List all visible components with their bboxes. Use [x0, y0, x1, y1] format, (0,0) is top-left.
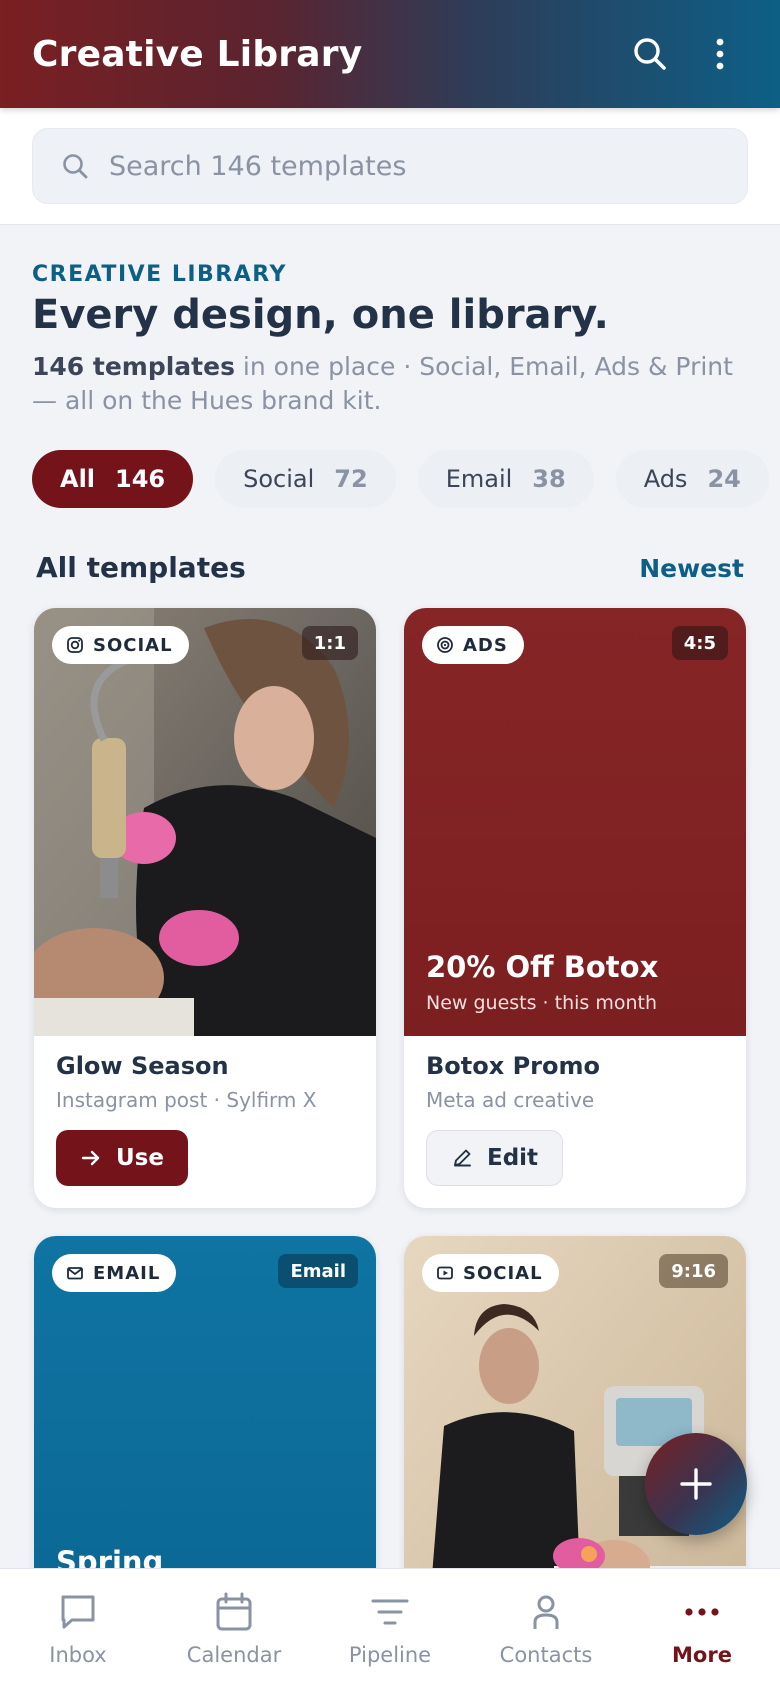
template-type-badge: SOCIAL	[52, 626, 189, 664]
more-dots-icon	[685, 1608, 719, 1616]
filter-lines-icon	[371, 1599, 409, 1625]
target-icon	[437, 637, 453, 653]
search-bar	[0, 108, 780, 225]
template-card-botox-promo[interactable]: ADS 4:5 20% Off Botox New guests · this …	[404, 608, 746, 1208]
nav-label: Pipeline	[348, 1643, 432, 1667]
type-label: ADS	[463, 634, 508, 656]
card-meta: Meta ad creative	[426, 1088, 595, 1112]
plus-icon	[680, 1468, 712, 1500]
format-badge: Email	[278, 1254, 358, 1288]
nav-label: Calendar	[186, 1643, 282, 1667]
calendar-icon	[216, 1592, 252, 1631]
aspect-ratio-badge: 9:16	[659, 1254, 728, 1288]
photo-esthetician-treatment	[34, 608, 376, 1036]
video-icon	[437, 1266, 453, 1280]
page-subtitle: 146 templates in one place · Social, Ema…	[32, 350, 748, 418]
nav-label: Contacts	[499, 1643, 593, 1667]
search-icon	[63, 154, 88, 179]
chip-count: 24	[707, 465, 741, 493]
filter-chip-social[interactable]: Social 72	[215, 450, 396, 508]
nav-label: Inbox	[49, 1643, 107, 1667]
chip-count: 72	[334, 465, 368, 493]
section-eyebrow: CREATIVE LIBRARY	[32, 262, 287, 287]
edit-template-button[interactable]: Edit	[426, 1130, 564, 1186]
template-card-glow-season[interactable]: SOCIAL 1:1 Glow Season Instagram post · …	[34, 608, 376, 1208]
chip-label: Ads	[643, 465, 688, 493]
nav-label: More	[672, 1643, 732, 1667]
filter-chips: All 146 Social 72 Email 38 Ads 24	[32, 450, 780, 508]
app-title: Creative Library	[32, 33, 363, 75]
card-body: Botox Promo Meta ad creative Edit	[404, 1036, 746, 1208]
template-thumbnail: ADS 4:5 20% Off Botox New guests · this …	[404, 608, 746, 1036]
type-label: SOCIAL	[93, 634, 173, 656]
template-thumbnail: SOCIAL 1:1	[34, 608, 376, 1036]
nav-item-more[interactable]: More	[624, 1569, 780, 1688]
card-title: Glow Season	[56, 1052, 229, 1080]
card-meta: Instagram post · Sylfirm X	[56, 1088, 317, 1112]
chat-bubble-icon	[61, 1595, 95, 1629]
nav-item-inbox[interactable]: Inbox	[0, 1569, 156, 1688]
sort-button[interactable]: Newest	[639, 554, 744, 583]
app-bar: Creative Library	[0, 0, 780, 108]
filter-chip-all[interactable]: All 146	[32, 450, 194, 508]
template-type-badge: EMAIL	[52, 1254, 177, 1292]
create-template-fab[interactable]	[645, 1433, 747, 1535]
chip-label: Social	[243, 465, 315, 493]
arrow-right-icon	[81, 1150, 100, 1166]
page-title: Every design, one library.	[32, 292, 609, 338]
nav-item-calendar[interactable]: Calendar	[156, 1569, 312, 1688]
card-title: Botox Promo	[426, 1052, 600, 1080]
mail-icon	[67, 1267, 83, 1280]
button-label: Use	[116, 1145, 164, 1171]
chip-count: 146	[115, 465, 166, 493]
instagram-icon	[67, 637, 83, 653]
template-type-badge: ADS	[422, 626, 524, 664]
chip-count: 38	[532, 465, 566, 493]
search-button[interactable]	[622, 26, 678, 82]
search-input[interactable]	[109, 150, 719, 182]
aspect-ratio-badge: 4:5	[671, 626, 728, 660]
section-title: All templates	[36, 551, 246, 584]
nav-item-pipeline[interactable]: Pipeline	[312, 1569, 468, 1688]
overflow-menu-button[interactable]	[692, 26, 748, 82]
filter-chip-email[interactable]: Email 38	[417, 450, 594, 508]
chip-label: All	[60, 465, 96, 493]
person-icon	[533, 1595, 559, 1629]
aspect-ratio-badge: 1:1	[301, 626, 358, 660]
pencil-icon	[454, 1149, 471, 1167]
card-body: Glow Season Instagram post · Sylfirm X U…	[34, 1036, 376, 1208]
chip-label: Email	[445, 465, 513, 493]
promo-subline: New guests · this month	[426, 992, 658, 1014]
nav-item-contacts[interactable]: Contacts	[468, 1569, 624, 1688]
template-type-badge: SOCIAL	[422, 1254, 559, 1292]
app-root: Creative Library CREATIVE LIBRARY Eve	[0, 0, 780, 1688]
type-label: EMAIL	[93, 1262, 161, 1284]
template-count: 146 templates	[32, 352, 235, 381]
button-label: Edit	[487, 1145, 539, 1171]
bottom-nav: Inbox Calendar Pipeline Contacts More	[0, 1568, 780, 1688]
search-box[interactable]	[32, 128, 748, 204]
use-template-button[interactable]: Use	[56, 1130, 188, 1186]
kebab-menu-icon	[716, 38, 724, 70]
filter-chip-ads[interactable]: Ads 24	[615, 450, 769, 508]
promo-headline: 20% Off Botox	[426, 950, 659, 984]
search-icon	[634, 38, 666, 70]
type-label: SOCIAL	[463, 1262, 543, 1284]
